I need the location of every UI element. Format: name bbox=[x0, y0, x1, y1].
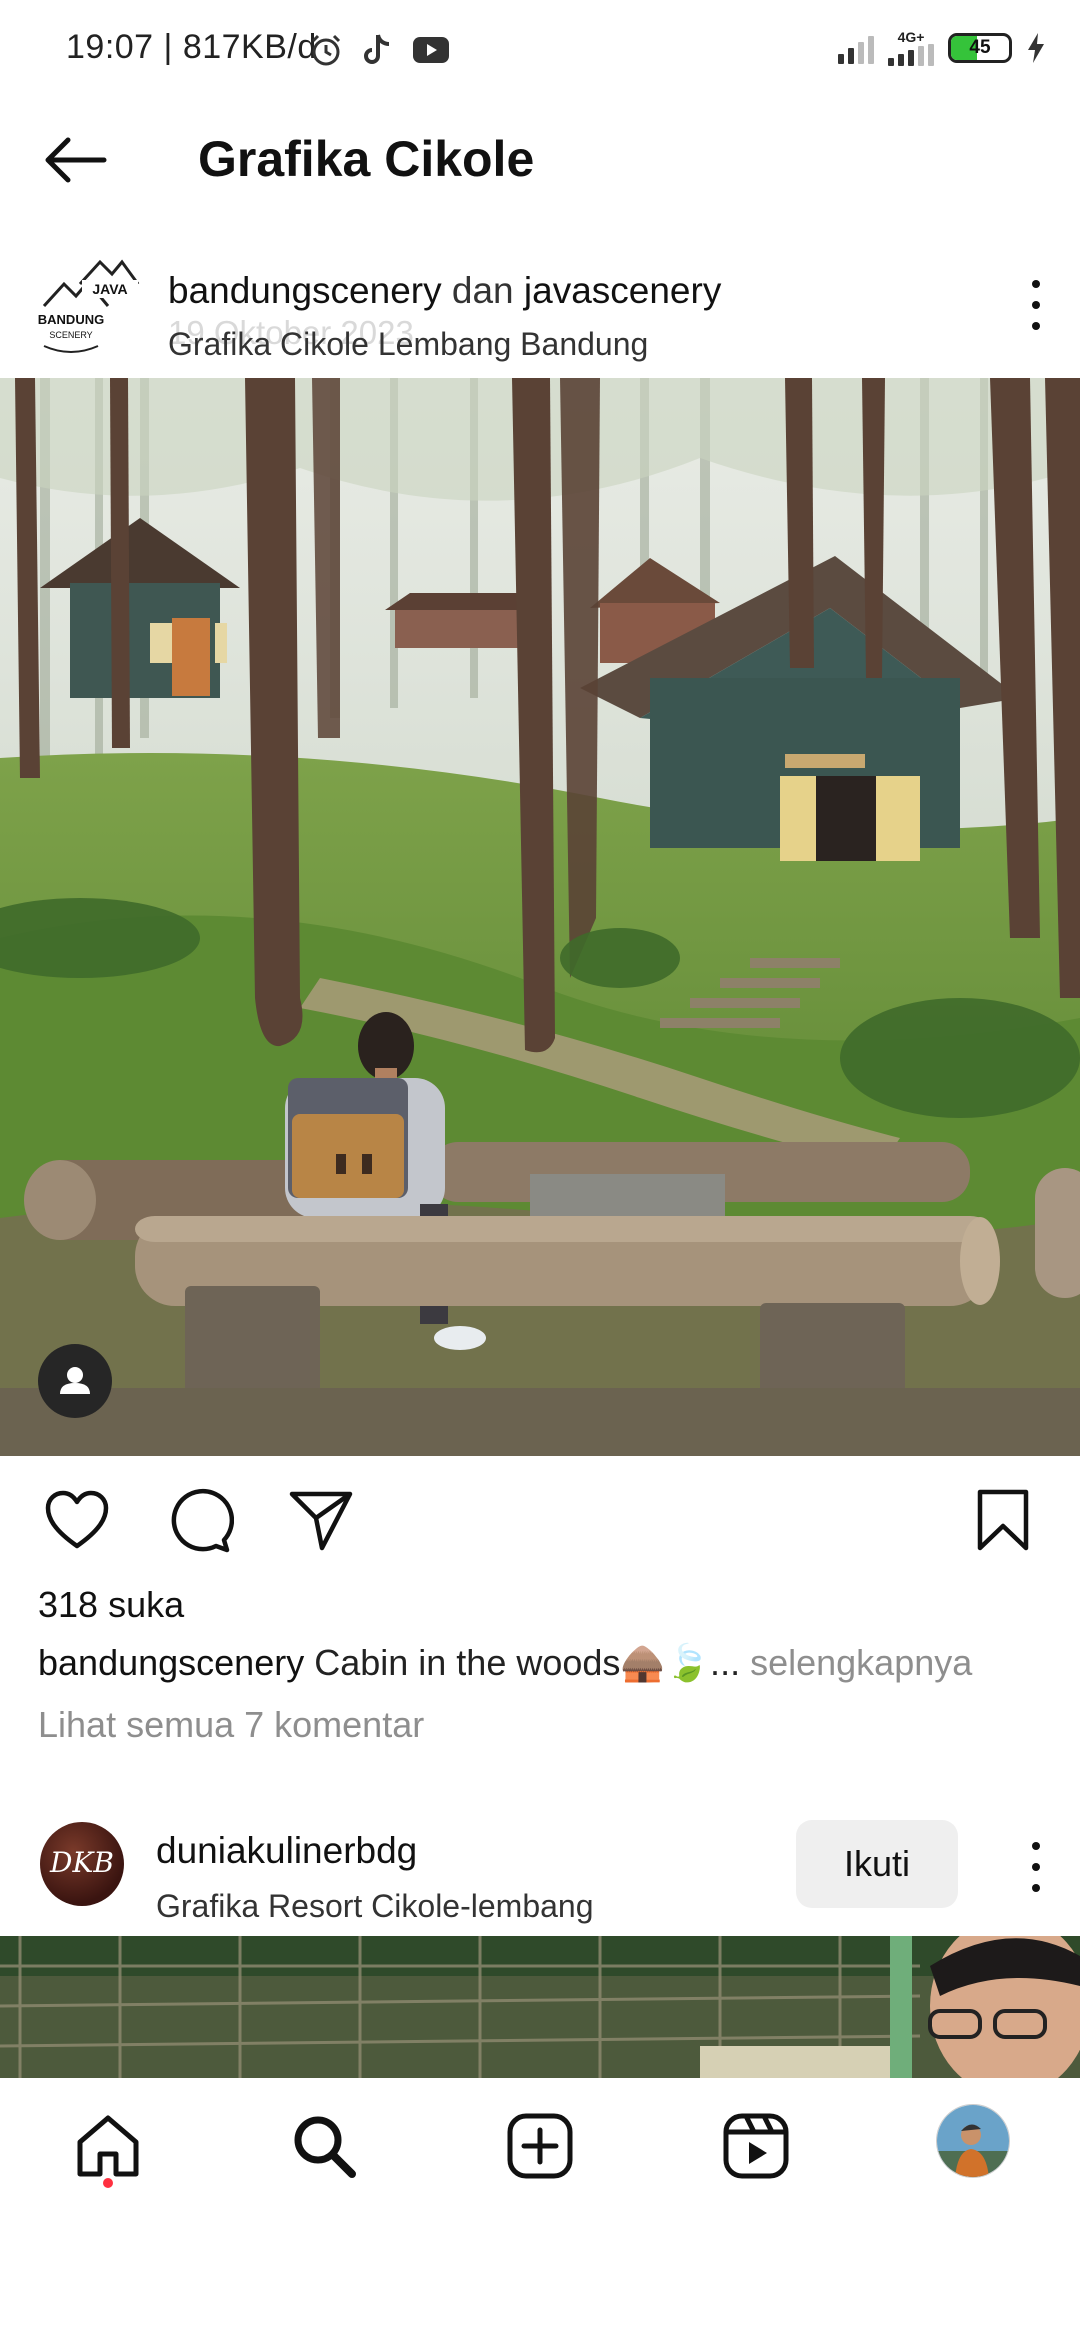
post-user-conjunction: dan bbox=[451, 270, 514, 311]
view-comments-link[interactable]: Lihat semua 7 komentar bbox=[38, 1704, 424, 1746]
bandung-scenery-logo: JAVA BANDUNG SCENERY bbox=[38, 259, 140, 353]
follow-button[interactable]: Ikuti bbox=[796, 1820, 958, 1908]
create-icon bbox=[507, 2113, 573, 2179]
save-button[interactable] bbox=[968, 1486, 1038, 1556]
tiktok-icon bbox=[364, 34, 390, 64]
comment-icon bbox=[171, 1488, 235, 1553]
home-icon bbox=[77, 2115, 139, 2177]
home-notification-dot bbox=[103, 2178, 113, 2188]
arrow-left-icon bbox=[45, 137, 107, 183]
alarm-icon bbox=[311, 34, 341, 66]
page-title: Grafika Cikole bbox=[198, 131, 535, 187]
bookmark-icon bbox=[977, 1489, 1029, 1551]
post-caption[interactable]: bandungscenery Cabin in the woods🛖🍃... s… bbox=[38, 1642, 972, 1684]
reels-icon bbox=[723, 2113, 789, 2179]
post-location[interactable]: Grafika Cikole Lembang Bandung bbox=[168, 326, 648, 363]
youtube-icon bbox=[413, 37, 449, 63]
post-avatar[interactable]: JAVA BANDUNG SCENERY bbox=[34, 254, 142, 362]
post-actions bbox=[0, 1480, 1080, 1560]
share-button[interactable] bbox=[286, 1486, 356, 1556]
svg-text:SCENERY: SCENERY bbox=[49, 330, 92, 340]
search-icon bbox=[294, 2116, 356, 2178]
send-icon bbox=[289, 1491, 353, 1551]
back-button[interactable] bbox=[40, 130, 110, 190]
nav-reels[interactable] bbox=[718, 2108, 794, 2184]
more-options-icon[interactable] bbox=[1026, 280, 1046, 330]
signal-icon bbox=[838, 32, 874, 64]
like-count[interactable]: 318 suka bbox=[38, 1584, 184, 1626]
caption-text: Cabin in the woods🛖🍃... bbox=[314, 1642, 741, 1683]
top-header: Grafika Cikole bbox=[0, 110, 1080, 210]
status-bar: 19:07 | 817KB/d 4G+ 45 bbox=[0, 0, 1080, 100]
caption-more-link[interactable]: selengkapnya bbox=[750, 1642, 972, 1683]
post-header-2: DKB duniakulinerbdg Grafika Resort Cikol… bbox=[0, 1806, 1080, 1936]
post-user-primary[interactable]: bandungscenery bbox=[168, 270, 442, 311]
like-button[interactable] bbox=[42, 1486, 112, 1556]
comment-button[interactable] bbox=[164, 1486, 235, 1556]
caption-username[interactable]: bandungscenery bbox=[38, 1642, 304, 1683]
post-photo-2[interactable] bbox=[0, 1936, 1080, 2078]
post-avatar-2[interactable]: DKB bbox=[40, 1822, 124, 1906]
nav-create[interactable] bbox=[502, 2108, 578, 2184]
tagged-users-button[interactable] bbox=[38, 1344, 112, 1418]
signal-4g-icon: 4G+ bbox=[888, 30, 934, 66]
post-photo[interactable] bbox=[0, 378, 1080, 1456]
bottom-navigation bbox=[0, 2078, 1080, 2208]
nav-search[interactable] bbox=[286, 2108, 362, 2184]
battery-icon: 45 bbox=[948, 33, 1012, 63]
post-username-2[interactable]: duniakulinerbdg bbox=[156, 1830, 417, 1872]
charging-icon bbox=[1028, 33, 1044, 63]
status-notification-icons bbox=[308, 28, 450, 72]
user-tag-icon bbox=[60, 1367, 90, 1394]
svg-text:JAVA: JAVA bbox=[92, 281, 127, 297]
post-photo-2-content bbox=[0, 1936, 1080, 2078]
post-location-2[interactable]: Grafika Resort Cikole-lembang bbox=[156, 1888, 594, 1925]
post-header: JAVA BANDUNG SCENERY bandungscenery dan … bbox=[0, 248, 1080, 378]
forest-cabin-photo bbox=[0, 378, 1080, 1456]
svg-text:BANDUNG: BANDUNG bbox=[38, 312, 104, 327]
post-user-secondary[interactable]: javascenery bbox=[524, 270, 721, 311]
more-options-icon-2[interactable] bbox=[1026, 1842, 1046, 1892]
nav-profile-avatar[interactable] bbox=[936, 2104, 1010, 2178]
nav-home[interactable] bbox=[70, 2108, 146, 2184]
heart-icon bbox=[45, 1490, 109, 1549]
status-time: 19:07 | 817KB/d bbox=[66, 28, 317, 66]
profile-avatar-image bbox=[937, 2105, 1009, 2177]
post-usernames[interactable]: bandungscenery dan javascenery bbox=[168, 270, 721, 312]
